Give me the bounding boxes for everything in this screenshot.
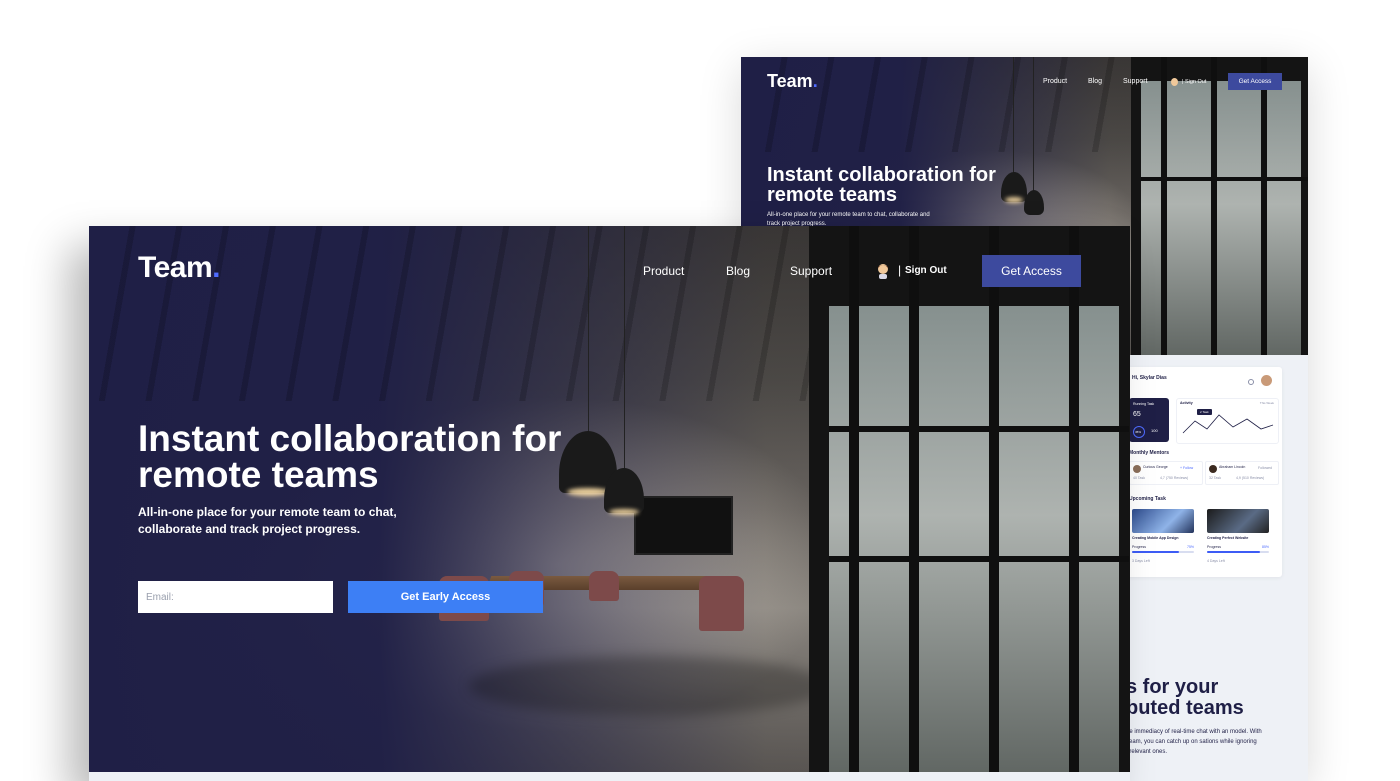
hero-section: Team. Product Blog Support | Sign Out Ge…: [89, 226, 1130, 772]
activity-line: [1182, 414, 1274, 434]
monthly-mentors-heading: Monthly Mentors: [1129, 450, 1169, 456]
sign-out-link[interactable]: Sign Out: [905, 265, 947, 276]
back-avatar-icon[interactable]: [1171, 78, 1178, 86]
task-card[interactable]: Creating Mobile App Design Progress 75% …: [1129, 509, 1201, 579]
hero-headline: Instant collaboration for remote teams: [138, 418, 562, 495]
nav-support[interactable]: Support: [790, 264, 832, 278]
back-nav-blog[interactable]: Blog: [1088, 78, 1102, 85]
bell-icon[interactable]: [1248, 379, 1254, 385]
back-sign-out[interactable]: | Sign Out: [1182, 79, 1206, 85]
logo[interactable]: Team.: [138, 251, 220, 285]
next-section-edge: [89, 772, 1130, 781]
task-progress-fill: [1132, 551, 1179, 553]
back-headline: Instant collaboration for remote teams: [767, 164, 996, 206]
features-heading: s for your buted teams: [1126, 676, 1244, 719]
task-progress-fill: [1207, 551, 1260, 553]
front-page-preview: Team. Product Blog Support | Sign Out Ge…: [89, 226, 1130, 781]
hero-subheadline: All-in-one place for your remote team to…: [138, 505, 397, 536]
mentor-card[interactable]: Curious George + Follow 40 Task 4,7 (750…: [1129, 461, 1203, 485]
task-card[interactable]: Creating Perfect Website Progress 85% 4 …: [1204, 509, 1276, 579]
email-input[interactable]: [138, 581, 333, 613]
hero-background-photo: [89, 226, 1130, 772]
upcoming-task-heading: Upcoming Task: [1129, 496, 1166, 502]
dashboard-avatar[interactable]: [1261, 375, 1272, 386]
user-avatar-icon[interactable]: [876, 263, 890, 279]
nav-product[interactable]: Product: [643, 264, 684, 278]
dashboard-greeting: Hi, Skylar Dias: [1132, 375, 1167, 381]
mentor-card[interactable]: Abraham Lincoln Followed 32 Task 4,9 (51…: [1205, 461, 1279, 485]
get-access-button[interactable]: Get Access: [982, 255, 1081, 287]
nav-blog[interactable]: Blog: [726, 264, 750, 278]
get-early-access-button[interactable]: Get Early Access: [348, 581, 543, 613]
activity-chart: Activity This Week 2 Task: [1176, 398, 1279, 444]
dashboard-preview: Hi, Skylar Dias Running Task 65 45% 100 …: [1126, 367, 1282, 577]
features-text: he immediacy of real-time chat with an m…: [1126, 729, 1262, 755]
running-task-card: Running Task 65 45% 100: [1129, 398, 1169, 442]
back-nav-support[interactable]: Support: [1123, 78, 1148, 85]
nav-divider: |: [898, 263, 902, 277]
back-get-access-button[interactable]: Get Access: [1228, 73, 1282, 90]
back-nav-product[interactable]: Product: [1043, 78, 1067, 85]
back-logo[interactable]: Team.: [767, 71, 818, 92]
